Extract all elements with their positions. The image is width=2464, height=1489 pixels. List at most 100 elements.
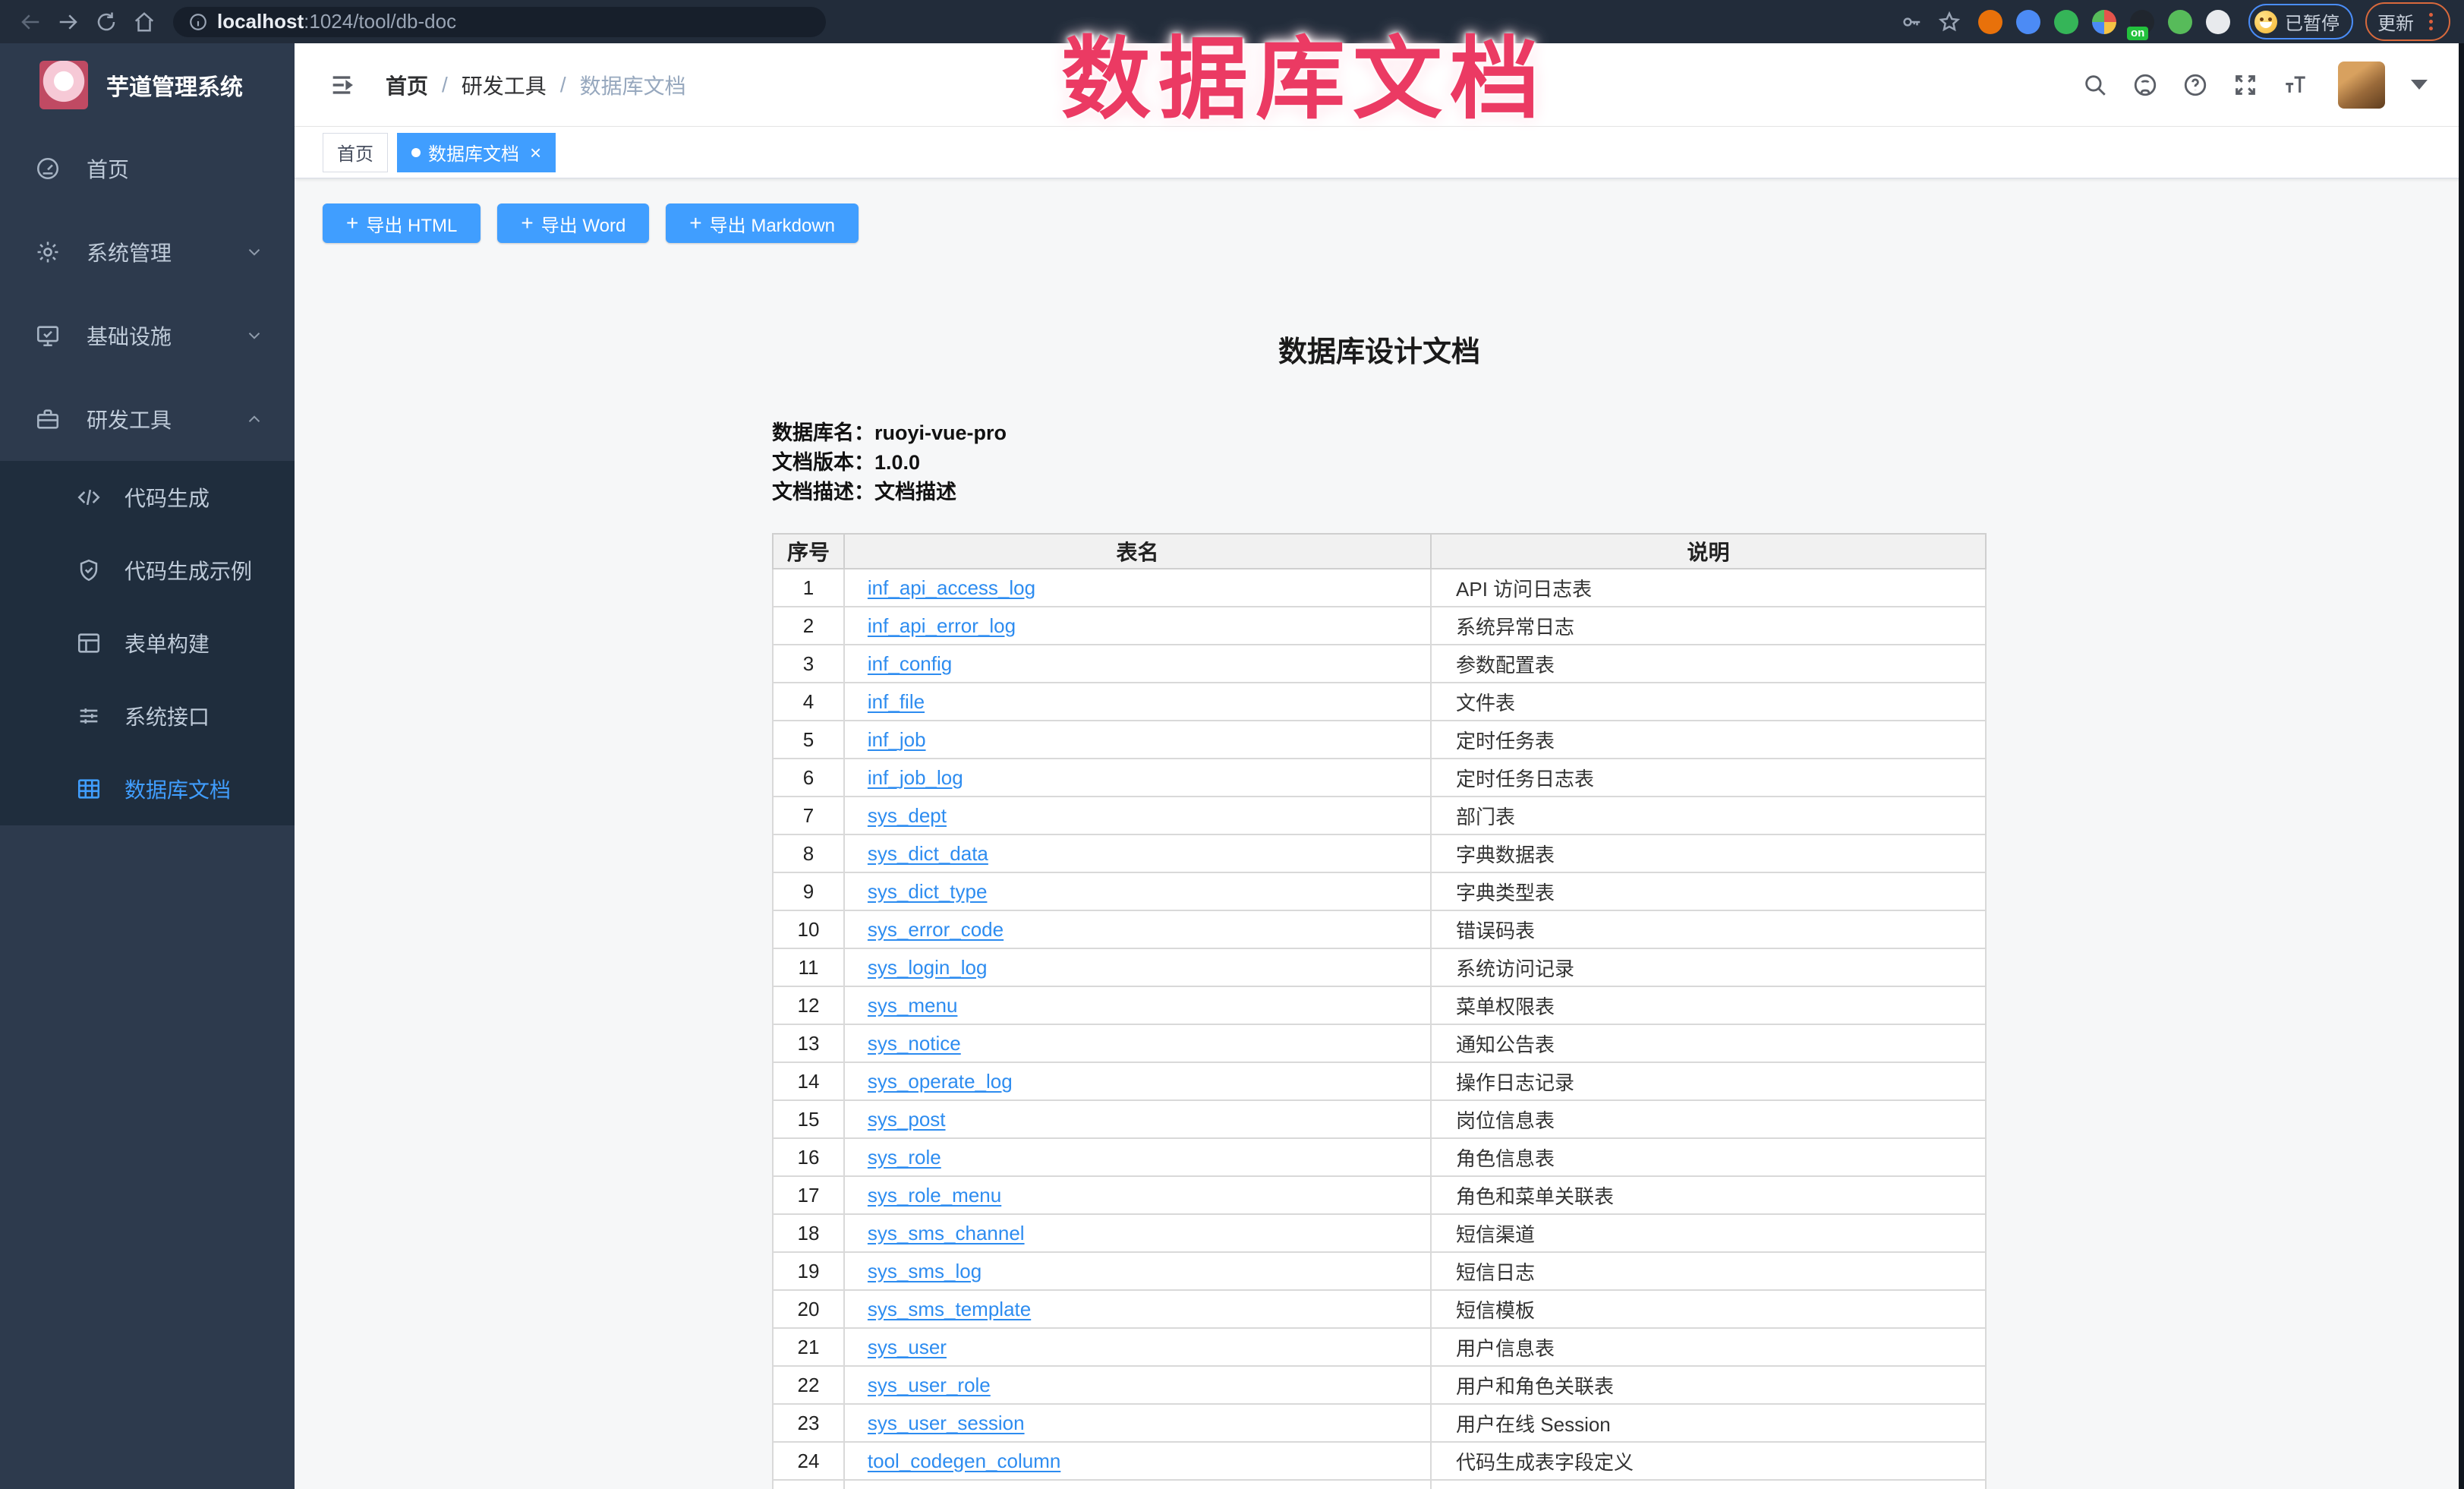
extension-orange-icon[interactable] bbox=[1978, 10, 2002, 34]
export-button-label: 导出 Markdown bbox=[710, 210, 835, 237]
extension-dark-icon[interactable]: on bbox=[2130, 10, 2154, 34]
table-name-link[interactable]: inf_job bbox=[868, 728, 926, 751]
sidebar-submenu: 代码生成代码生成示例表单构建系统接口数据库文档 bbox=[0, 461, 295, 825]
table-row: 16sys_role角色信息表 bbox=[773, 1138, 1986, 1176]
table-name-link[interactable]: sys_error_code bbox=[868, 918, 1004, 941]
breadcrumb-item[interactable]: 研发工具 bbox=[462, 70, 547, 100]
row-number: 14 bbox=[773, 1062, 844, 1100]
help-icon[interactable] bbox=[2176, 65, 2215, 105]
table-name-link[interactable]: sys_menu bbox=[868, 994, 958, 1017]
table-name-link[interactable]: sys_post bbox=[868, 1108, 946, 1131]
table-name-link[interactable]: sys_user bbox=[868, 1336, 947, 1358]
tag-label: 数据库文档 bbox=[428, 139, 519, 166]
row-number: 19 bbox=[773, 1252, 844, 1290]
table-name-link[interactable]: sys_dict_data bbox=[868, 842, 988, 865]
sidebar-item-dashboard[interactable]: 首页 bbox=[0, 127, 295, 210]
table-name-link[interactable]: inf_config bbox=[868, 652, 952, 675]
extension-leaf-icon[interactable] bbox=[2168, 10, 2192, 34]
table-description: 用户在线 Session bbox=[1431, 1404, 1986, 1442]
fullscreen-icon[interactable] bbox=[2226, 65, 2265, 105]
profile-chip[interactable]: 已暂停 bbox=[2248, 4, 2353, 39]
address-bar[interactable]: localhost:1024/tool/db-doc bbox=[173, 7, 826, 37]
tag-item[interactable]: 首页 bbox=[323, 133, 388, 172]
table-name-link[interactable]: inf_api_access_log bbox=[868, 576, 1035, 599]
table-row: 3inf_config参数配置表 bbox=[773, 645, 1986, 683]
row-number: 11 bbox=[773, 948, 844, 986]
table-name-link[interactable]: inf_api_error_log bbox=[868, 614, 1016, 637]
breadcrumb-item: 数据库文档 bbox=[580, 70, 686, 100]
sidebar-subitem-shield-check[interactable]: 代码生成示例 bbox=[0, 534, 295, 607]
sidebar-item-infrastructure[interactable]: 基础设施 bbox=[0, 294, 295, 377]
table-name-link[interactable]: inf_job_log bbox=[868, 766, 963, 789]
tag-active[interactable]: 数据库文档 × bbox=[397, 133, 556, 172]
app-logo-row[interactable]: 芋道管理系统 bbox=[0, 43, 295, 127]
table-name-link[interactable]: sys_dept bbox=[868, 804, 947, 827]
extension-puzzle-icon[interactable] bbox=[2206, 10, 2230, 34]
table-header-row: 序号表名说明 bbox=[773, 534, 1986, 569]
user-avatar[interactable] bbox=[2338, 62, 2385, 109]
export-button[interactable]: +导出 HTML bbox=[323, 203, 481, 243]
collapse-sidebar-icon[interactable] bbox=[322, 65, 361, 105]
table-name-link[interactable]: inf_file bbox=[868, 690, 925, 713]
sidebar-item-devtools[interactable]: 研发工具 bbox=[0, 377, 295, 461]
doc-meta-value: 文档描述 bbox=[874, 481, 956, 503]
table-name-link[interactable]: sys_operate_log bbox=[868, 1070, 1013, 1093]
table-description: 短信渠道 bbox=[1431, 1214, 1986, 1252]
sidebar: 芋道管理系统 首页系统管理基础设施研发工具 代码生成代码生成示例表单构建系统接口… bbox=[0, 43, 295, 1489]
bookmark-star-icon[interactable] bbox=[1933, 5, 1966, 39]
tags-view: 首页 数据库文档 × bbox=[295, 127, 2464, 178]
table-name-link[interactable]: sys_notice bbox=[868, 1032, 961, 1055]
search-icon[interactable] bbox=[2075, 65, 2115, 105]
dashboard-icon bbox=[35, 156, 61, 181]
sidebar-subitem-code[interactable]: 代码生成 bbox=[0, 461, 295, 534]
row-number: 2 bbox=[773, 607, 844, 645]
export-button[interactable]: +导出 Markdown bbox=[666, 203, 859, 243]
table-description: API 访问日志表 bbox=[1431, 569, 1986, 607]
reload-icon[interactable] bbox=[90, 5, 123, 39]
tag-close-icon[interactable]: × bbox=[530, 143, 541, 162]
github-icon[interactable] bbox=[2125, 65, 2165, 105]
forward-icon[interactable] bbox=[52, 5, 85, 39]
table-row: 6inf_job_log定时任务日志表 bbox=[773, 759, 1986, 797]
table-description: 用户和角色关联表 bbox=[1431, 1366, 1986, 1404]
update-button[interactable]: 更新 bbox=[2365, 2, 2450, 41]
row-number: 24 bbox=[773, 1442, 844, 1480]
table-name-link[interactable]: sys_login_log bbox=[868, 956, 988, 979]
row-number: 12 bbox=[773, 986, 844, 1024]
sidebar-subitem-table-grid[interactable]: 数据库文档 bbox=[0, 752, 295, 825]
table-description: 部门表 bbox=[1431, 797, 1986, 834]
sidebar-subitem-sliders[interactable]: 系统接口 bbox=[0, 680, 295, 752]
font-size-icon[interactable] bbox=[2276, 65, 2315, 105]
sidebar-subitem-form[interactable]: 表单构建 bbox=[0, 607, 295, 680]
user-caret-down-icon[interactable] bbox=[2411, 80, 2428, 90]
extensions-row: on bbox=[1978, 10, 2230, 34]
table-description: 操作日志记录 bbox=[1431, 1062, 1986, 1100]
window-scrollbar-strip[interactable] bbox=[2459, 43, 2464, 1489]
table-name-link[interactable]: sys_sms_log bbox=[868, 1260, 982, 1282]
browser-menu-icon[interactable] bbox=[2423, 13, 2438, 30]
table-name-link[interactable]: sys_role bbox=[868, 1146, 941, 1169]
table-name-link[interactable]: tool_codegen_column bbox=[868, 1450, 1060, 1472]
sidebar-item-gear[interactable]: 系统管理 bbox=[0, 210, 295, 294]
table-name-link[interactable]: sys_dict_type bbox=[868, 880, 988, 903]
extension-green-check-icon[interactable] bbox=[2054, 10, 2078, 34]
table-name-link[interactable]: sys_sms_channel bbox=[868, 1222, 1025, 1245]
sliders-icon bbox=[76, 703, 102, 729]
table-name-link[interactable]: sys_role_menu bbox=[868, 1184, 1001, 1207]
extension-pin-icon[interactable] bbox=[2016, 10, 2040, 34]
home-icon[interactable] bbox=[128, 5, 161, 39]
table-description: 代码生成表定义 bbox=[1431, 1480, 1986, 1489]
extension-grid-icon[interactable] bbox=[2092, 10, 2116, 34]
export-button[interactable]: +导出 Word bbox=[497, 203, 649, 243]
doc-meta-field: 文档版本：1.0.0 bbox=[772, 448, 1987, 478]
sidebar-subitem-label: 代码生成示例 bbox=[124, 555, 252, 585]
table-name-link[interactable]: sys_user_session bbox=[868, 1412, 1025, 1434]
table-name-link[interactable]: sys_sms_template bbox=[868, 1298, 1031, 1320]
table-name-link[interactable]: sys_user_role bbox=[868, 1374, 991, 1396]
breadcrumb-item[interactable]: 首页 bbox=[386, 70, 428, 100]
update-label: 更新 bbox=[2377, 8, 2414, 35]
password-key-icon[interactable] bbox=[1895, 5, 1928, 39]
row-number: 5 bbox=[773, 721, 844, 759]
back-icon[interactable] bbox=[14, 5, 47, 39]
site-info-icon[interactable] bbox=[188, 12, 208, 32]
